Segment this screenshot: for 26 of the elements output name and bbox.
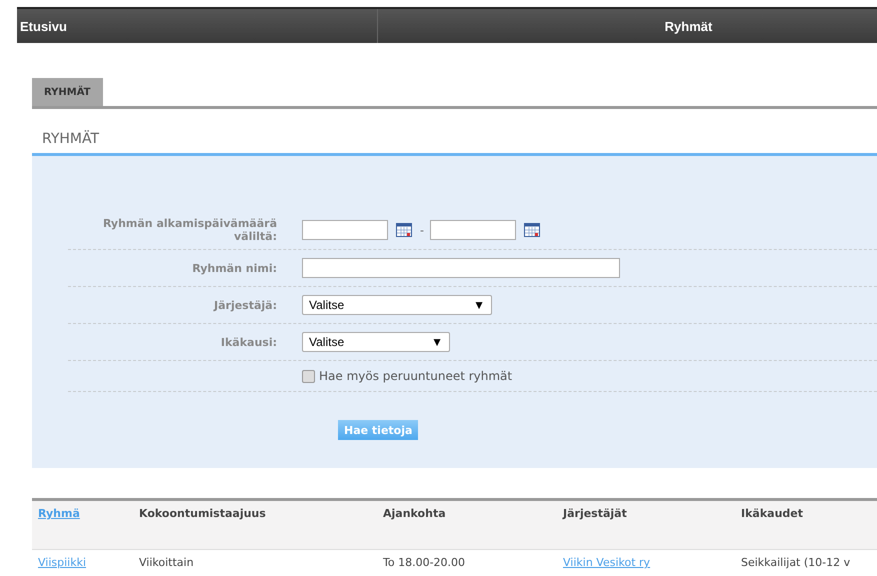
table-cell-text: Seikkailijat (10-12 v xyxy=(740,556,852,569)
column-header: Ikäkaudet xyxy=(740,507,804,520)
table-link[interactable]: Viispiikki xyxy=(32,556,133,569)
checkbox-label: Hae myös peruuntuneet ryhmät xyxy=(319,369,512,383)
table-link[interactable]: Viikin Vesikot ry xyxy=(557,556,735,569)
column-header: Kokoontumistaajuus xyxy=(138,507,267,520)
field-label: Ryhmän alkamispäivämäärä väliltä: xyxy=(102,217,278,243)
tab[interactable]: RYHMÄT xyxy=(32,78,102,106)
table-cell-text: Viikoittain xyxy=(138,556,195,569)
calendar-icon[interactable] xyxy=(396,223,412,237)
checkbox[interactable] xyxy=(302,370,315,382)
range-separator: - xyxy=(420,224,424,236)
field-label: Ikäkausi: xyxy=(220,336,278,348)
end-date-field[interactable] xyxy=(430,220,516,240)
page-title: Ryhmät xyxy=(664,18,712,34)
calendar-icon[interactable] xyxy=(524,223,540,237)
home-link[interactable]: Etusivu xyxy=(17,18,67,34)
column-header: Järjestäjät xyxy=(561,507,628,520)
name-field[interactable] xyxy=(302,258,620,278)
dropdown[interactable]: Valitse ▼ xyxy=(302,295,492,315)
field-label: Järjestäjä: xyxy=(212,298,278,312)
dropdown[interactable]: Valitse ▼ xyxy=(302,332,450,352)
table-cell-text: To 18.00-20.00 xyxy=(382,556,466,569)
column-header: Ajankohta xyxy=(382,507,447,520)
start-date-field[interactable] xyxy=(302,220,388,240)
field-label: Ryhmän nimi: xyxy=(191,262,278,274)
